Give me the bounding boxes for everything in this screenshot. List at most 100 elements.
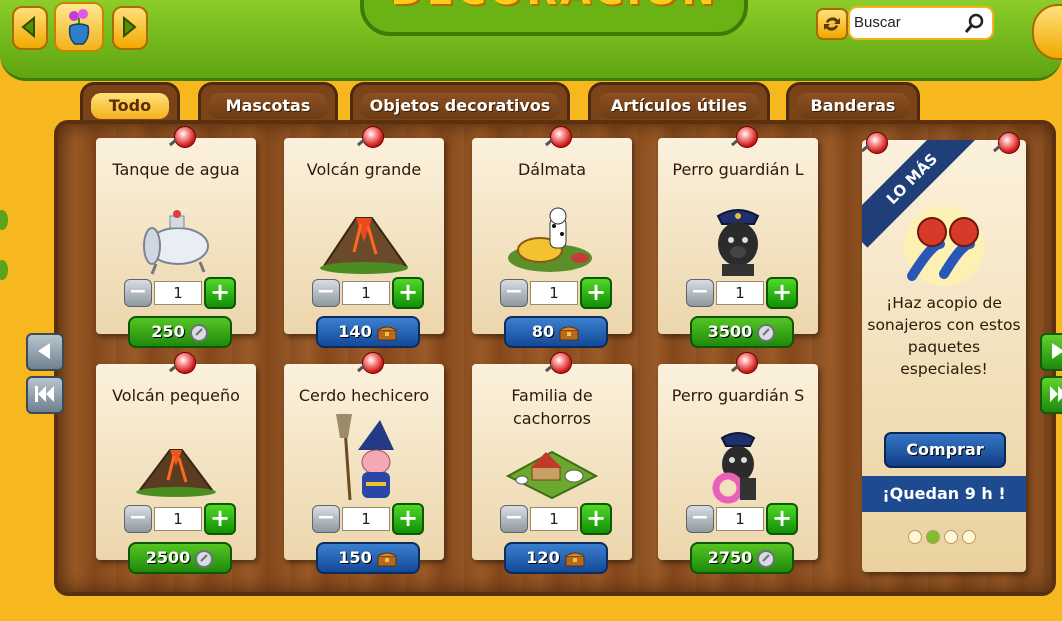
decrease-button[interactable]: −: [686, 505, 714, 533]
increase-button[interactable]: +: [392, 277, 424, 309]
timer-label: ¡Quedan 9 h !: [862, 476, 1026, 512]
increase-button[interactable]: +: [766, 503, 798, 535]
pin-icon: [174, 126, 196, 148]
item-card[interactable]: Tanque de agua − 1 + 250: [96, 126, 256, 348]
quantity-field[interactable]: 1: [716, 281, 764, 305]
price-value: 2750: [707, 548, 753, 567]
coin-icon: [757, 323, 776, 342]
chest-icon: [377, 326, 397, 340]
item-name: Cerdo hechicero: [298, 386, 430, 405]
price-button[interactable]: 80: [504, 316, 608, 348]
promo-panel: LO MÁS ¡Haz acopio de sonajeros con esto…: [862, 140, 1026, 572]
search-area: Buscar: [814, 4, 994, 40]
item-card[interactable]: Perro guardián L − 1 + 3500: [658, 126, 818, 348]
quantity-stepper: − 1 +: [686, 277, 798, 309]
last-page-button[interactable]: [1040, 376, 1062, 414]
decrease-button[interactable]: −: [686, 279, 714, 307]
page-dot[interactable]: [908, 530, 922, 544]
item-card[interactable]: Familia de cachorros − 1 + 120: [472, 352, 632, 574]
increase-button[interactable]: +: [204, 277, 236, 309]
skip-forward-icon: [1050, 386, 1062, 402]
price-button[interactable]: 2500: [128, 542, 232, 574]
page-title: DECORACIÓN: [364, 0, 744, 14]
prev-category-button[interactable]: [12, 6, 48, 50]
decrease-button[interactable]: −: [312, 505, 340, 533]
page-dot-active[interactable]: [926, 530, 940, 544]
promo-pagination: [908, 530, 988, 544]
item-card[interactable]: Dálmata − 1 + 80: [472, 126, 632, 348]
increase-button[interactable]: +: [580, 503, 612, 535]
next-page-button[interactable]: [1040, 333, 1062, 371]
quantity-stepper: − 1 +: [686, 503, 798, 535]
quantity-field[interactable]: 1: [530, 281, 578, 305]
chest-icon: [559, 326, 579, 340]
next-category-button[interactable]: [112, 6, 148, 50]
skip-back-icon: [35, 386, 54, 402]
volcano-icon: [320, 217, 408, 274]
coin-icon: [189, 323, 208, 342]
search-input[interactable]: Buscar: [848, 6, 994, 40]
pin-icon: [362, 126, 384, 148]
decrease-button[interactable]: −: [500, 505, 528, 533]
pin-icon: [998, 132, 1020, 154]
decrease-button[interactable]: −: [124, 279, 152, 307]
volcano-icon: [136, 449, 216, 497]
refresh-icon[interactable]: [816, 8, 848, 40]
price-button[interactable]: 250: [128, 316, 232, 348]
pin-icon: [866, 132, 888, 154]
buy-button[interactable]: Comprar: [884, 432, 1006, 468]
quantity-stepper: − 1 +: [124, 503, 236, 535]
item-name: Dálmata: [517, 160, 587, 179]
chest-icon: [565, 552, 585, 566]
increase-button[interactable]: +: [580, 277, 612, 309]
tab-label: Mascotas: [209, 93, 327, 119]
quantity-stepper: − 1 +: [312, 503, 424, 535]
price-value: 140: [338, 322, 372, 341]
guard-dog-icon: [716, 209, 760, 276]
tab-label: Objetos decorativos: [361, 93, 559, 119]
first-page-button[interactable]: [26, 376, 64, 414]
price-value: 2500: [145, 548, 191, 567]
quantity-stepper: − 1 +: [500, 503, 612, 535]
page-dot[interactable]: [962, 530, 976, 544]
pin-icon: [550, 126, 572, 148]
quantity-field[interactable]: 1: [154, 281, 202, 305]
quantity-stepper: − 1 +: [124, 277, 236, 309]
vase-icon[interactable]: [54, 2, 104, 52]
price-button[interactable]: 120: [504, 542, 608, 574]
price-button[interactable]: 140: [316, 316, 420, 348]
item-card[interactable]: Perro guardián S − 1 + 2750: [658, 352, 818, 574]
quantity-field[interactable]: 1: [154, 507, 202, 531]
decrease-button[interactable]: −: [500, 279, 528, 307]
search-placeholder: Buscar: [854, 14, 901, 31]
wizard-pig-icon: [336, 413, 394, 501]
quantity-field[interactable]: 1: [342, 507, 390, 531]
quantity-field[interactable]: 1: [716, 507, 764, 531]
puppy-family-icon: [505, 450, 599, 500]
promo-text: ¡Haz acopio de sonajeros con estos paque…: [867, 294, 1021, 378]
pin-icon: [736, 126, 758, 148]
item-card[interactable]: Volcán pequeño − 1 + 2500: [96, 352, 256, 574]
price-button[interactable]: 150: [316, 542, 420, 574]
prev-page-button[interactable]: [26, 333, 64, 371]
price-value: 250: [151, 322, 185, 341]
quantity-field[interactable]: 1: [342, 281, 390, 305]
page-dot[interactable]: [944, 530, 958, 544]
decrease-button[interactable]: −: [124, 505, 152, 533]
search-icon[interactable]: [964, 12, 986, 34]
increase-button[interactable]: +: [204, 503, 236, 535]
price-value: 3500: [707, 322, 753, 341]
price-button[interactable]: 2750: [690, 542, 794, 574]
increase-button[interactable]: +: [392, 503, 424, 535]
item-card[interactable]: Cerdo hechicero − 1 + 150: [284, 352, 444, 574]
item-name: Volcán grande: [306, 160, 422, 179]
quantity-field[interactable]: 1: [530, 507, 578, 531]
price-value: 120: [526, 548, 560, 567]
item-card[interactable]: Volcán grande − 1 + 140: [284, 126, 444, 348]
quantity-stepper: − 1 +: [500, 277, 612, 309]
pin-icon: [362, 352, 384, 374]
arrow-left-icon: [21, 16, 35, 38]
price-button[interactable]: 3500: [690, 316, 794, 348]
increase-button[interactable]: +: [766, 277, 798, 309]
decrease-button[interactable]: −: [312, 279, 340, 307]
